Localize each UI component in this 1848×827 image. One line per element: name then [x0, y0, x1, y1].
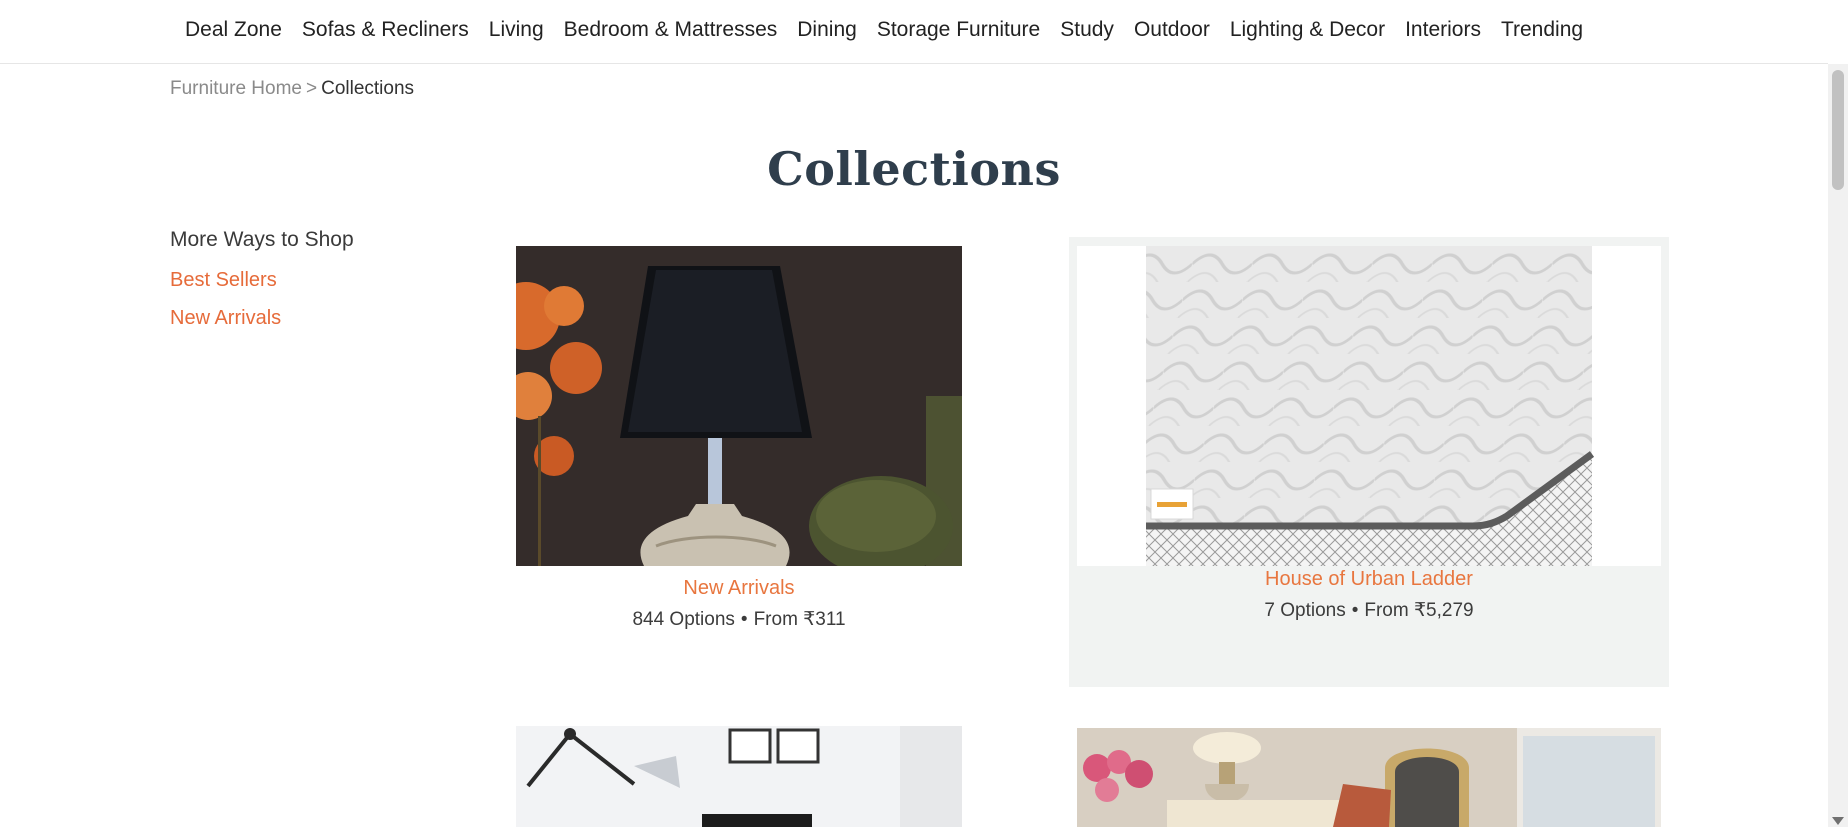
page-scrollbar[interactable] — [1828, 64, 1848, 827]
collection-image-lamp[interactable] — [516, 246, 962, 566]
collection-price: From ₹311 — [753, 609, 846, 630]
collection-meta: 844 Options • From ₹311 — [516, 608, 962, 632]
collection-image-mattress[interactable] — [1077, 246, 1661, 566]
nav-item-interiors[interactable]: Interiors — [1405, 16, 1501, 44]
collection-options-count: 844 Options — [632, 609, 735, 630]
top-navigation: Deal Zone Sofas & Recliners Living Bedro… — [0, 0, 1828, 64]
page-title: Collections — [767, 142, 1061, 196]
sidebar: More Ways to Shop Best Sellers New Arriv… — [170, 226, 450, 344]
meta-separator: • — [1351, 600, 1359, 621]
nav-item-living[interactable]: Living — [489, 16, 564, 44]
collection-image-desk-lamp[interactable] — [516, 726, 962, 827]
scroll-down-arrow-icon[interactable] — [1832, 817, 1844, 825]
collection-options-count: 7 Options — [1264, 600, 1346, 621]
collection-image-living-room[interactable] — [1077, 728, 1661, 827]
collection-name[interactable]: House of Urban Ladder — [1069, 567, 1669, 591]
collection-card-house-of-urban-ladder[interactable]: House of Urban Ladder 7 Options • From ₹5,… — [1069, 237, 1669, 687]
breadcrumb-current: Collections — [321, 78, 415, 99]
nav-list: Deal Zone Sofas & Recliners Living Bedro… — [185, 16, 1603, 44]
sidebar-link-best-sellers[interactable]: Best Sellers — [170, 268, 450, 292]
nav-item-study[interactable]: Study — [1060, 16, 1134, 44]
sidebar-link-new-arrivals[interactable]: New Arrivals — [170, 306, 450, 330]
nav-item-lighting-decor[interactable]: Lighting & Decor — [1230, 16, 1405, 44]
collection-card-new-arrivals[interactable]: New Arrivals 844 Options • From ₹311 — [516, 246, 962, 630]
nav-item-bedroom-mattresses[interactable]: Bedroom & Mattresses — [564, 16, 798, 44]
collection-card-study[interactable] — [516, 726, 962, 827]
nav-item-dining[interactable]: Dining — [797, 16, 877, 44]
nav-item-trending[interactable]: Trending — [1501, 16, 1603, 44]
breadcrumb-separator: > — [306, 78, 318, 99]
nav-item-storage-furniture[interactable]: Storage Furniture — [877, 16, 1060, 44]
collection-meta: 7 Options • From ₹5,279 — [1069, 599, 1669, 623]
collection-card-living-room[interactable] — [1077, 728, 1661, 827]
nav-item-sofas-recliners[interactable]: Sofas & Recliners — [302, 16, 489, 44]
sidebar-heading: More Ways to Shop — [170, 228, 354, 251]
breadcrumb: Furniture Home > Collections — [170, 77, 414, 101]
scrollbar-thumb[interactable] — [1832, 70, 1844, 190]
collection-price: From ₹5,279 — [1364, 600, 1474, 621]
breadcrumb-home-link[interactable]: Furniture Home — [170, 78, 302, 99]
meta-separator: • — [740, 609, 748, 630]
nav-item-deal-zone[interactable]: Deal Zone — [185, 16, 302, 44]
nav-item-outdoor[interactable]: Outdoor — [1134, 16, 1230, 44]
collection-name[interactable]: New Arrivals — [516, 576, 962, 600]
